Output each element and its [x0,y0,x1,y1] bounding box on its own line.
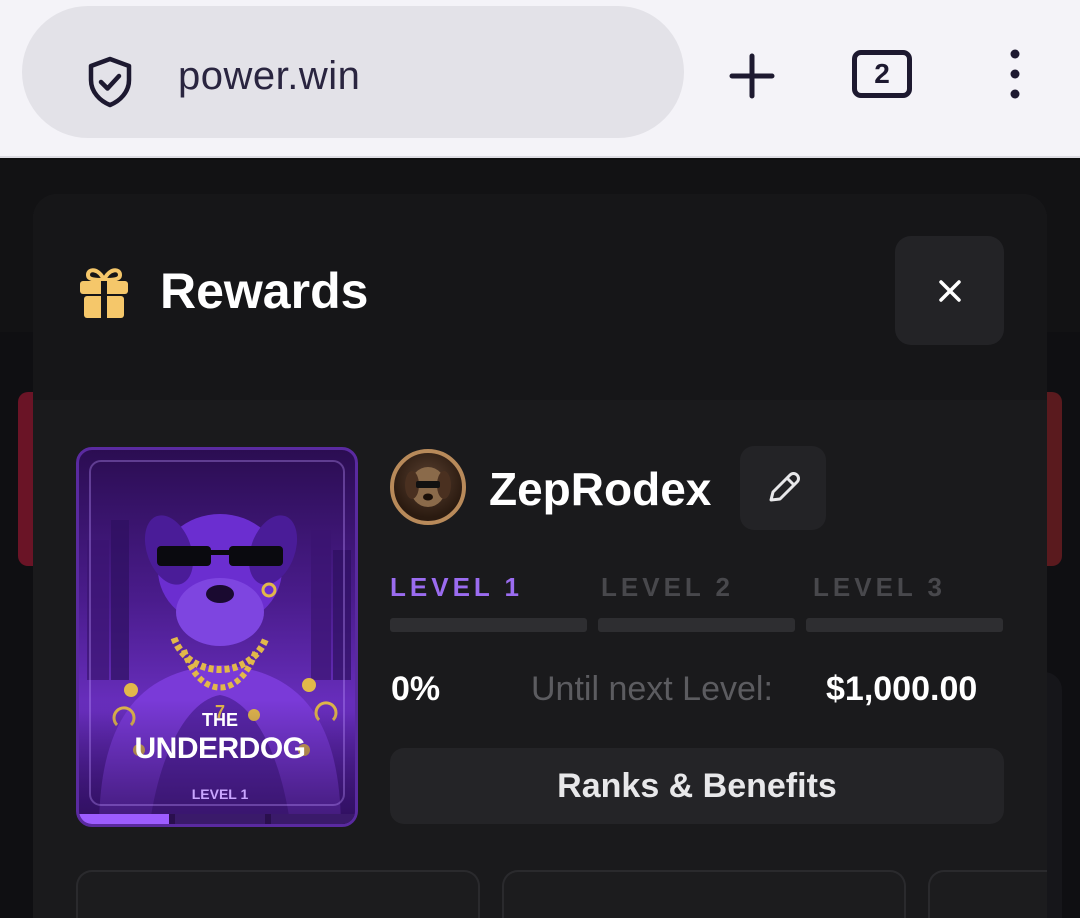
card-level-bar [175,814,265,824]
ranks-benefits-button[interactable]: Ranks & Benefits [390,748,1004,824]
modal-title: Rewards [160,263,369,319]
ranks-benefits-label: Ranks & Benefits [557,766,837,805]
more-vertical-icon[interactable] [995,44,1035,104]
level-3-label: LEVEL 3 [813,572,947,602]
until-next-level-amount: $1,000.00 [826,670,978,708]
level-2-label: LEVEL 2 [601,572,735,602]
card-level-bar [79,814,169,824]
card-level: LEVEL 1 [191,786,249,802]
card-title-small: THE [202,710,238,730]
reward-tile[interactable] [76,870,480,918]
level-1-progress-track [390,618,587,632]
tab-switcher-button[interactable]: 2 [852,50,912,98]
gift-icon [80,268,128,318]
tab-count: 2 [874,58,890,89]
username: ZepRodex [489,463,712,515]
card-level-bars [79,814,355,824]
level-3-progress-track [806,618,1003,632]
dog-avatar-icon [405,467,451,507]
level-2-progress-track [598,618,795,632]
reward-tile[interactable] [928,870,1047,918]
reward-tile[interactable] [502,870,906,918]
pencil-icon [769,472,800,502]
browser-toolbar: power.win 2 [0,0,1080,158]
card-title-large: UNDERDOG [134,732,306,765]
avatar[interactable] [390,449,466,525]
card-level-bar [271,814,355,824]
shield-check-icon[interactable] [82,54,138,110]
close-button[interactable] [895,236,1004,345]
until-next-level-label: Until next Level: [531,670,773,708]
address-bar[interactable]: power.win [22,6,684,138]
plus-icon[interactable] [722,46,782,106]
rewards-modal: Rewards THE UNDERDOG LEVEL 1 ZepRodex LE… [33,194,1047,918]
close-icon [938,279,961,302]
level-1-label: LEVEL 1 [390,572,524,602]
edit-username-button[interactable] [740,446,826,530]
modal-header: Rewards [33,194,1047,400]
progress-percent: 0% [391,670,441,708]
url-text[interactable]: power.win [178,54,360,99]
rank-card[interactable]: 7 THE UNDERDOG LEVEL 1 [76,447,358,827]
